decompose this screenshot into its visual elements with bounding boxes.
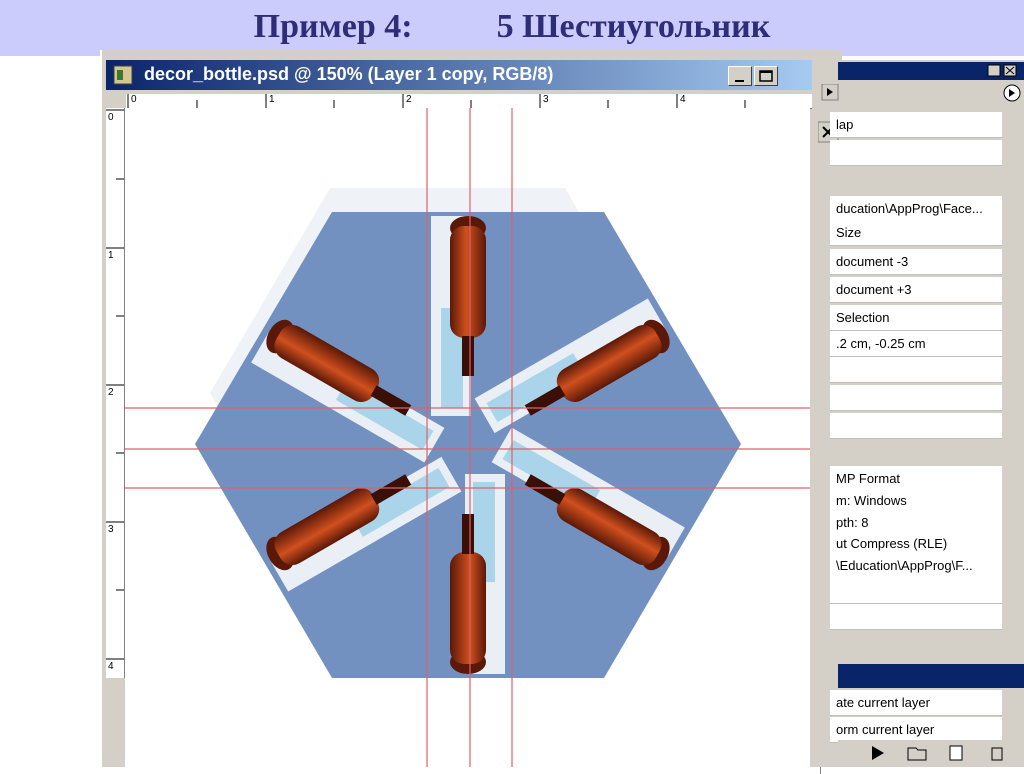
history-item[interactable]: Size (830, 220, 1002, 246)
history-item[interactable]: document +3 (830, 277, 1002, 303)
history-item[interactable]: Selection (830, 305, 1002, 331)
ruler-top-number: 3 (543, 94, 549, 105)
document-titlebar[interactable]: decor_bottle.psd @ 150% (Layer 1 copy, R… (106, 60, 812, 90)
ruler-top-number: 0 (131, 94, 137, 105)
document-title: decor_bottle.psd @ 150% (Layer 1 copy, R… (144, 64, 554, 84)
trash-icon (991, 747, 1003, 761)
history-item[interactable] (830, 140, 1002, 166)
history-item[interactable] (830, 604, 1002, 630)
panel-window-icons (987, 64, 1017, 77)
document-window: decor_bottle.psd @ 150% (Layer 1 copy, R… (100, 50, 842, 774)
history-item[interactable]: ducation\AppProg\Face... (830, 196, 1002, 222)
maximize-icon (759, 70, 773, 82)
ruler-vertical: 0 1 2 3 4 (106, 108, 125, 678)
ruler-top-number: 4 (680, 94, 686, 105)
actions-toolbar-icons (872, 745, 1003, 761)
history-item[interactable]: .2 cm, -0.25 cm (830, 331, 1002, 357)
photoshop-doc-icon (113, 65, 133, 85)
ruler-left-number: 2 (108, 387, 114, 398)
history-panel: lap ducation\AppProg\Face... Size docume… (818, 60, 1024, 767)
action-item[interactable]: ate current layer (830, 690, 1002, 716)
history-panel-titlebar[interactable] (838, 62, 1024, 80)
new-layer-icon (949, 745, 963, 761)
ruler-top-number: 1 (269, 94, 275, 105)
ruler-left-number: 0 (108, 112, 114, 123)
actions-panel-titlebar (838, 664, 1024, 688)
slide-title-example: Пример 4: (253, 8, 413, 45)
minimize-icon (735, 80, 744, 82)
history-item[interactable] (830, 413, 1002, 439)
slide-title-topic: 5 Шестиугольник (496, 8, 771, 45)
actions-toolbar (838, 740, 1024, 767)
history-menu-icon[interactable] (818, 84, 1024, 104)
ruler-left-number: 1 (108, 250, 114, 261)
ruler-left-number: 4 (108, 661, 114, 672)
history-item[interactable] (830, 578, 1002, 604)
history-item[interactable] (830, 357, 1002, 383)
history-item[interactable]: lap (830, 112, 1002, 138)
maximize-button[interactable] (754, 66, 778, 86)
ruler-ticks-horizontal (127, 94, 746, 108)
history-item[interactable] (830, 385, 1002, 411)
ruler-left-number: 3 (108, 524, 114, 535)
ruler-top-number: 2 (406, 94, 412, 105)
ruler-horizontal: 0 1 2 3 4 (126, 94, 812, 109)
image-canvas[interactable] (125, 108, 810, 767)
hexagon-artwork (125, 108, 810, 767)
minimize-button[interactable] (728, 66, 752, 86)
folder-icon (907, 747, 927, 761)
play-icon (872, 746, 884, 760)
history-item[interactable]: document -3 (830, 249, 1002, 275)
slide-title: Пример 4: 5 Шестиугольник (0, 8, 1024, 46)
history-item[interactable]: \Education\AppProg\F... (830, 553, 1002, 579)
